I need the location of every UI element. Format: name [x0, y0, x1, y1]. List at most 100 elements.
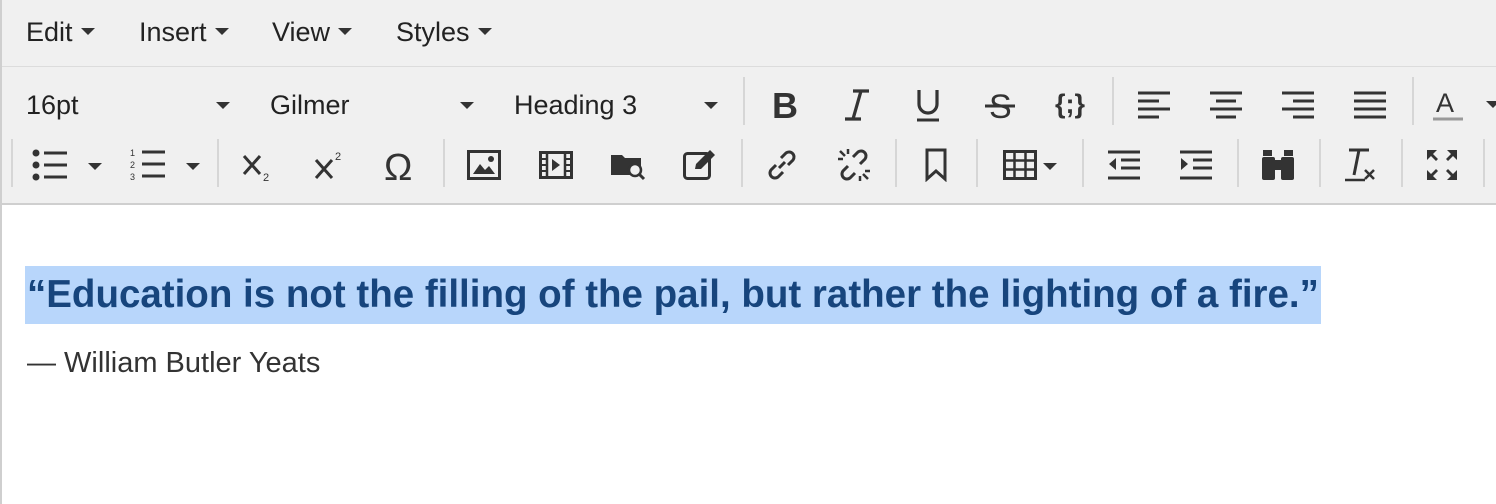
unlink-button[interactable]	[830, 141, 878, 189]
rich-text-editor: Edit Insert View Styles 16pt Gilmer Head…	[0, 0, 1496, 504]
svg-text:2: 2	[263, 172, 269, 182]
menu-insert-label: Insert	[139, 17, 207, 47]
align-right-button[interactable]	[1274, 81, 1322, 129]
svg-text:{;}: {;}	[1055, 89, 1085, 119]
indent-icon	[1180, 150, 1212, 180]
image-icon	[467, 150, 501, 180]
fullscreen-button[interactable]	[1418, 141, 1466, 189]
clear-formatting-icon	[1345, 148, 1375, 182]
svg-text:2: 2	[130, 160, 135, 170]
align-justify-button[interactable]	[1346, 81, 1394, 129]
editor-content-area[interactable]: “Education is not the filling of the pai…	[4, 205, 1496, 504]
align-justify-icon	[1354, 91, 1386, 119]
file-browser-button[interactable]	[604, 141, 652, 189]
toolbar-divider	[217, 139, 219, 187]
clear-formatting-button[interactable]	[1336, 141, 1384, 189]
toolbar-divider	[1483, 139, 1485, 187]
text-color-icon: A	[1433, 88, 1463, 121]
subscript-button[interactable]: 2	[234, 141, 282, 189]
chevron-down-icon	[216, 102, 230, 109]
chevron-down-icon	[214, 28, 229, 36]
indent-button[interactable]	[1172, 141, 1220, 189]
menu-edit[interactable]: Edit	[26, 14, 95, 50]
media-icon	[539, 151, 573, 179]
numbered-list-dropdown-caret[interactable]	[186, 163, 200, 170]
svg-text:2: 2	[335, 151, 341, 163]
font-family-value: Gilmer	[270, 90, 350, 120]
text-color-button[interactable]: A	[1424, 81, 1472, 129]
toolbar-divider	[1412, 77, 1414, 125]
fullscreen-icon	[1427, 150, 1457, 180]
align-center-icon	[1210, 91, 1242, 119]
align-right-icon	[1282, 91, 1314, 119]
toolbar-divider	[895, 139, 897, 187]
italic-button[interactable]	[832, 81, 880, 129]
bullet-list-icon	[32, 149, 67, 181]
toolbar-divider	[1237, 139, 1239, 187]
insert-media-button[interactable]	[532, 141, 580, 189]
chevron-down-icon	[80, 28, 95, 36]
bookmark-button[interactable]	[912, 141, 960, 189]
menu-view-label: View	[272, 17, 331, 47]
block-format-select[interactable]: Heading 3	[514, 87, 724, 123]
toolbar-divider	[743, 77, 745, 125]
selected-heading-quote[interactable]: “Education is not the filling of the pai…	[25, 266, 1321, 324]
strikethrough-icon: S	[985, 88, 1015, 122]
superscript-button[interactable]: 2	[306, 141, 354, 189]
numbered-list-icon: 1 2 3	[130, 148, 165, 182]
chevron-down-icon	[477, 28, 492, 36]
toolbar-divider	[741, 139, 743, 187]
insert-link-button[interactable]	[758, 141, 806, 189]
menu-insert[interactable]: Insert	[139, 14, 229, 50]
toolbar-divider	[1082, 139, 1084, 187]
bold-button[interactable]: B	[760, 81, 808, 129]
font-size-select[interactable]: 16pt	[26, 87, 236, 123]
find-replace-button[interactable]	[1254, 141, 1302, 189]
strikethrough-button[interactable]: S	[976, 81, 1024, 129]
toolbar: 16pt Gilmer Heading 3 B S {;} A 1 2 3 2 …	[2, 67, 1496, 205]
outdent-icon	[1108, 150, 1140, 180]
font-family-select[interactable]: Gilmer	[270, 87, 480, 123]
bullet-list-dropdown-caret[interactable]	[88, 163, 102, 170]
numbered-list-button[interactable]: 1 2 3	[124, 141, 172, 189]
align-left-button[interactable]	[1130, 81, 1178, 129]
superscript-icon: 2	[314, 151, 341, 179]
quote-attribution[interactable]: — William Butler Yeats	[27, 347, 320, 380]
menu-styles-label: Styles	[396, 17, 470, 47]
table-button[interactable]	[996, 141, 1044, 189]
align-center-button[interactable]	[1202, 81, 1250, 129]
insert-image-button[interactable]	[460, 141, 508, 189]
svg-text:1: 1	[130, 148, 135, 158]
bullet-list-button[interactable]	[26, 141, 74, 189]
special-character-icon: Ω	[384, 147, 412, 183]
text-color-letter: A	[1436, 88, 1454, 118]
underline-icon	[917, 90, 939, 122]
special-character-button[interactable]: Ω	[378, 141, 426, 189]
svg-text:B: B	[772, 88, 798, 122]
edit-icon	[683, 150, 715, 180]
table-dropdown-caret[interactable]	[1043, 163, 1057, 170]
toolbar-divider	[1319, 139, 1321, 187]
text-color-dropdown-caret[interactable]	[1486, 101, 1496, 108]
menu-styles[interactable]: Styles	[396, 14, 492, 50]
code-button[interactable]: {;}	[1048, 79, 1096, 127]
chevron-down-icon	[338, 28, 353, 36]
block-format-value: Heading 3	[514, 90, 638, 120]
underline-button[interactable]	[904, 81, 952, 129]
toolbar-divider	[1112, 77, 1114, 125]
code-icon: {;}	[1055, 89, 1085, 119]
file-browser-icon	[611, 155, 646, 181]
toolbar-divider	[11, 139, 13, 187]
chevron-down-icon	[460, 102, 474, 109]
chevron-down-icon	[704, 102, 718, 109]
toolbar-divider	[443, 139, 445, 187]
outdent-button[interactable]	[1100, 141, 1148, 189]
italic-icon	[845, 89, 869, 121]
link-icon	[768, 150, 796, 180]
find-replace-icon	[1262, 150, 1294, 180]
edit-button[interactable]	[676, 141, 724, 189]
toolbar-divider	[1401, 139, 1403, 187]
font-size-value: 16pt	[26, 90, 79, 120]
menu-view[interactable]: View	[272, 14, 353, 50]
menu-edit-label: Edit	[26, 17, 73, 47]
